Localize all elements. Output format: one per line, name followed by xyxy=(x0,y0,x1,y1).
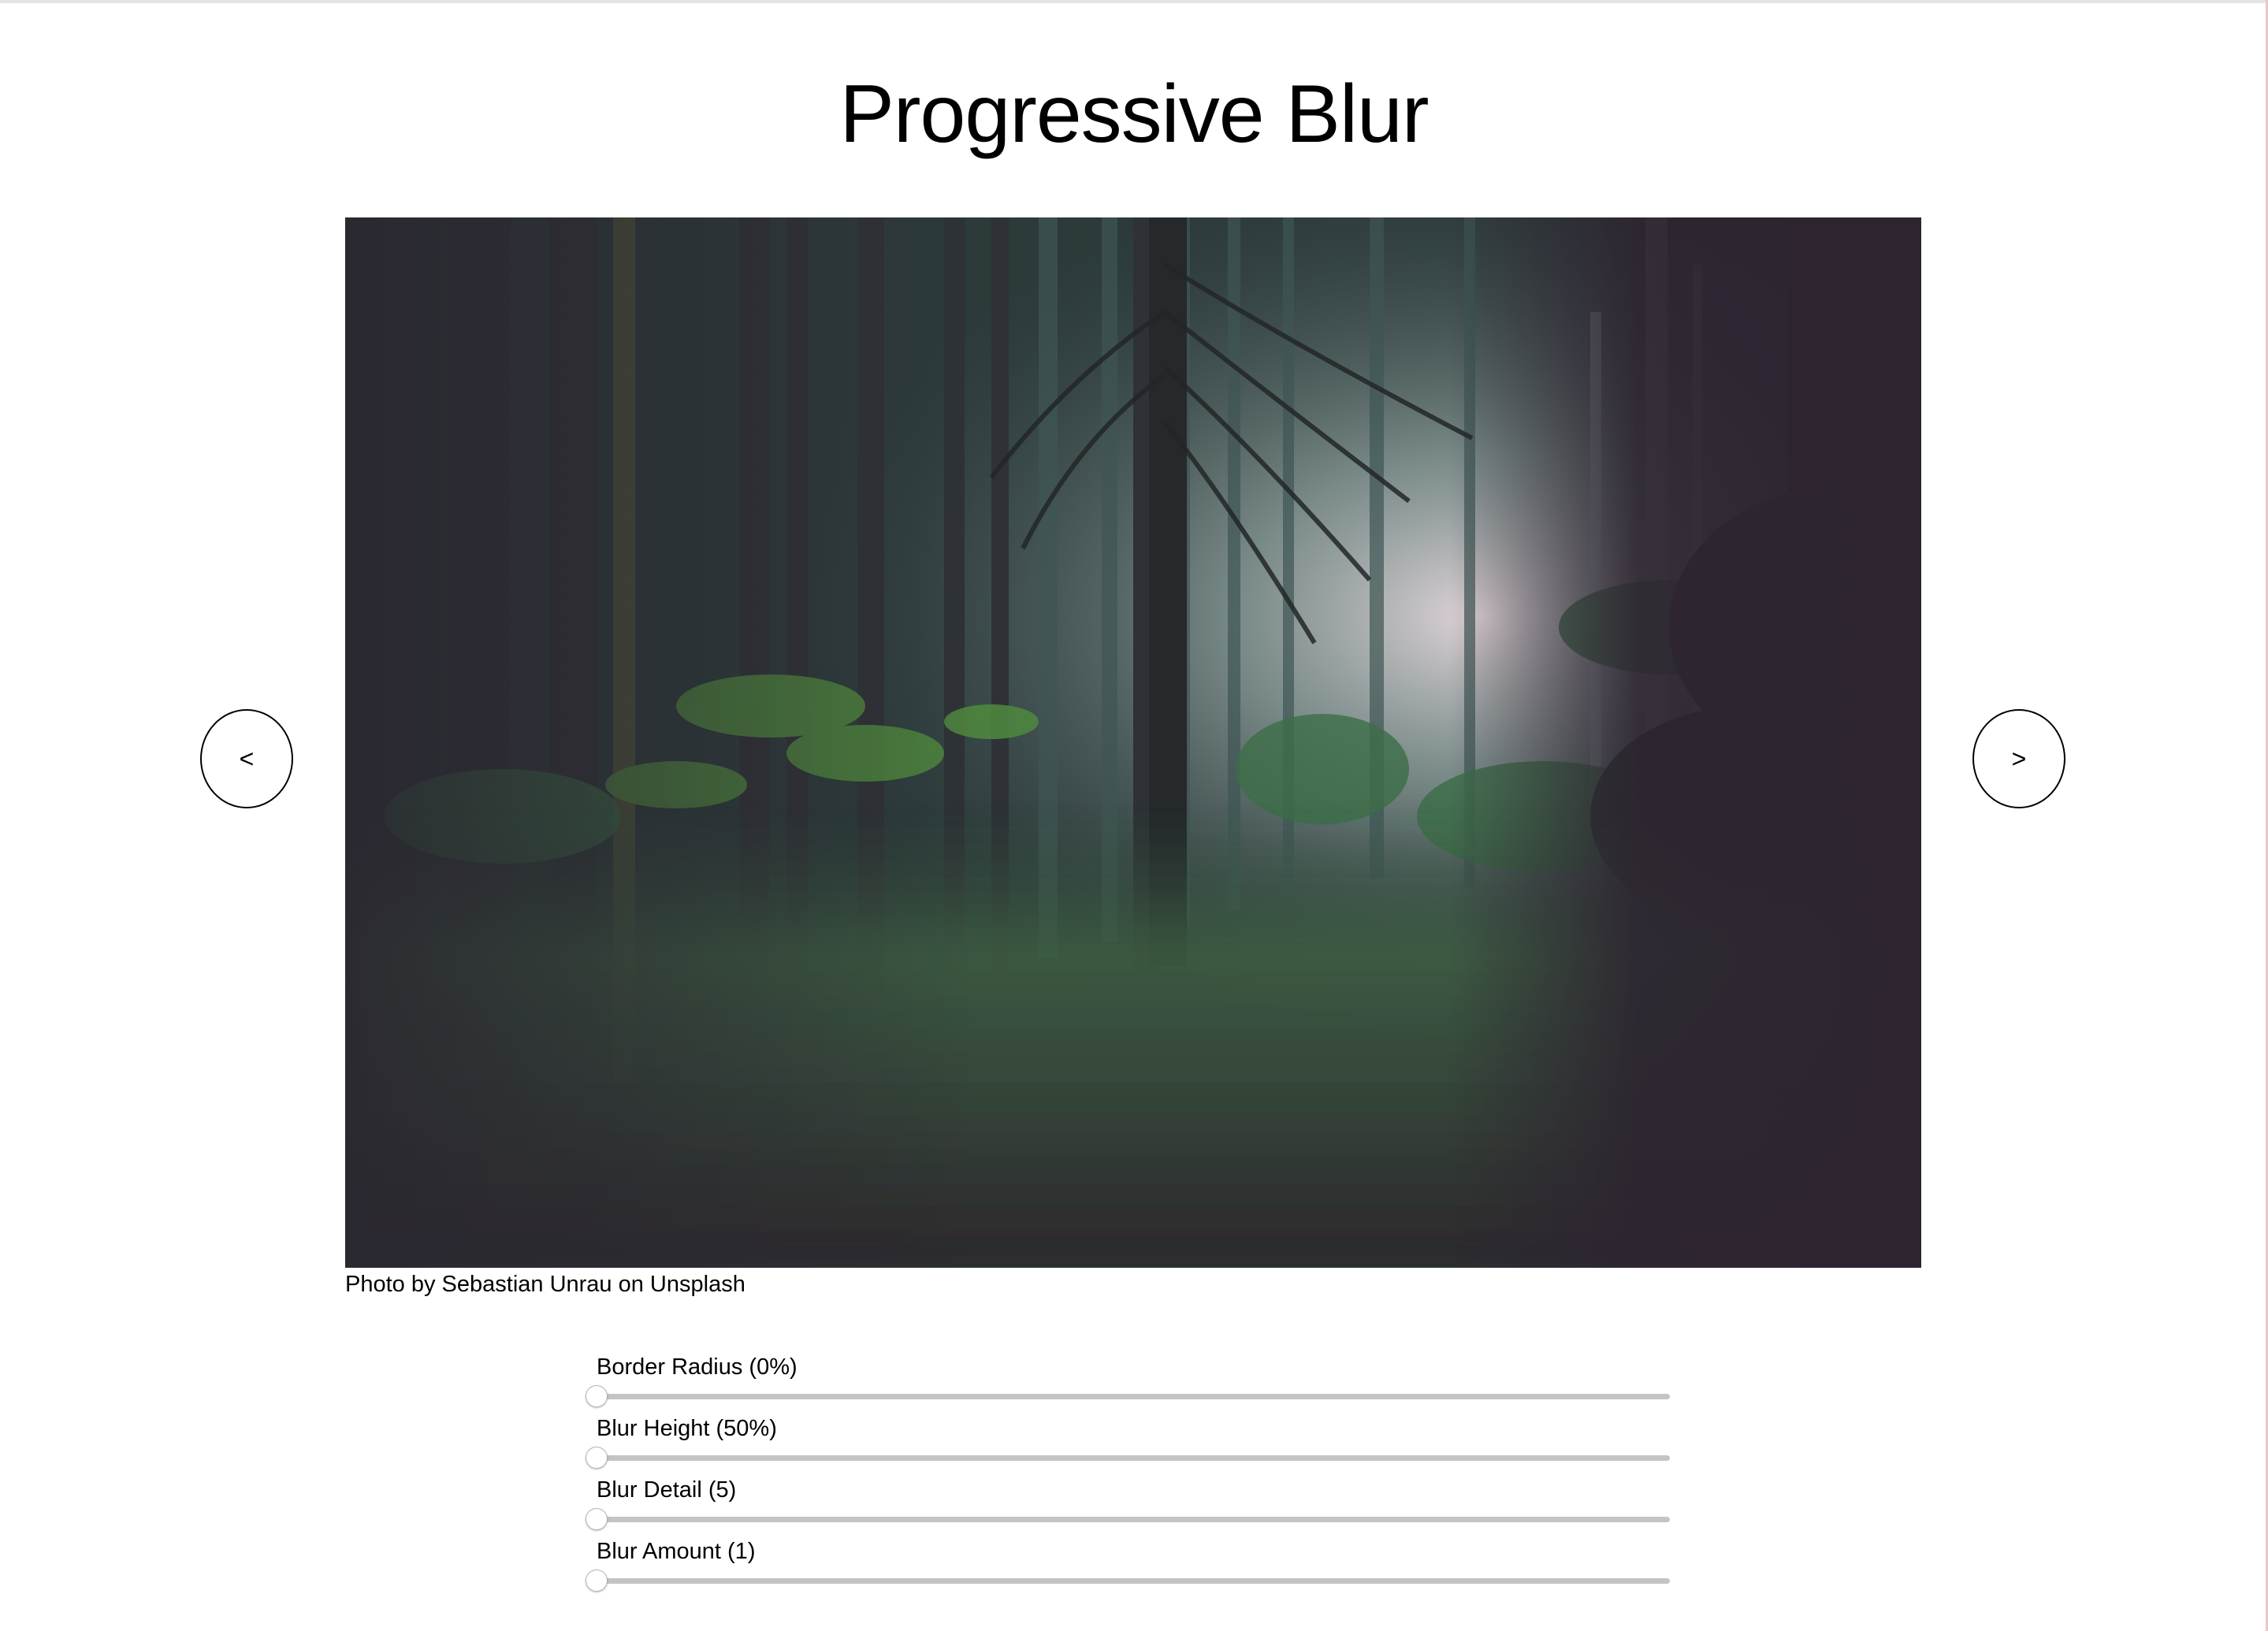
chevron-right-icon: > xyxy=(2011,744,2027,773)
blur-height-label: Blur Height (50%) xyxy=(597,1416,777,1441)
photo-credit: Photo by Sebastian Unrau on Unsplash xyxy=(345,1272,745,1297)
page-title: Progressive Blur xyxy=(839,69,1430,160)
blur-height-slider-thumb[interactable] xyxy=(586,1447,608,1469)
border-radius-slider[interactable] xyxy=(597,1394,1670,1399)
blur-height-slider[interactable] xyxy=(597,1455,1670,1461)
blur-detail-label: Blur Detail (5) xyxy=(597,1477,737,1503)
blur-detail-slider[interactable] xyxy=(597,1517,1670,1522)
blur-detail-slider-thumb[interactable] xyxy=(586,1508,608,1530)
blur-amount-slider[interactable] xyxy=(597,1578,1670,1584)
chevron-left-icon: < xyxy=(239,744,255,773)
forest-photo xyxy=(345,217,1921,1268)
blur-amount-label: Blur Amount (1) xyxy=(597,1539,756,1564)
forest-scene xyxy=(345,217,1921,1268)
previous-image-button[interactable]: < xyxy=(200,709,293,808)
top-border xyxy=(0,0,2268,3)
border-radius-slider-thumb[interactable] xyxy=(586,1385,608,1407)
next-image-button[interactable]: > xyxy=(1972,709,2065,808)
border-radius-label: Border Radius (0%) xyxy=(597,1354,798,1380)
blur-amount-slider-thumb[interactable] xyxy=(586,1570,608,1592)
